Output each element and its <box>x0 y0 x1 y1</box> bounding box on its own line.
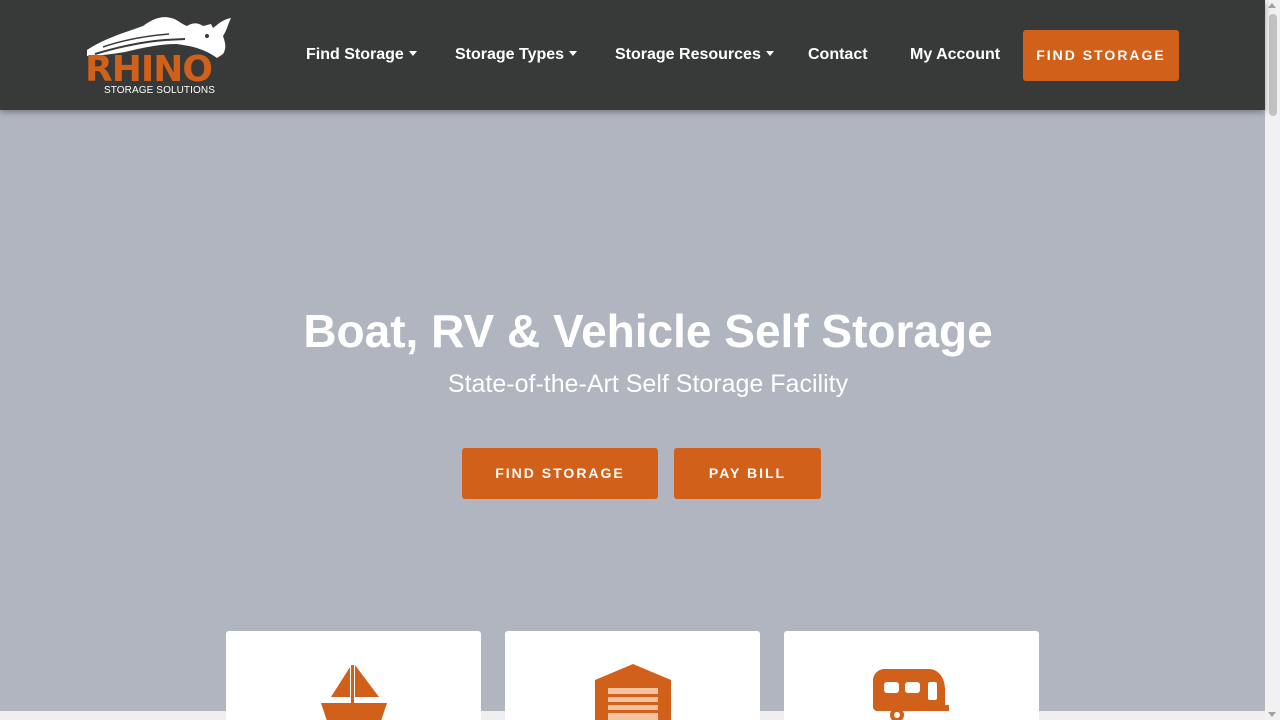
chevron-down-icon <box>569 51 578 56</box>
logo-tagline: STORAGE SOLUTIONS <box>104 85 215 96</box>
card-storage-units[interactable] <box>505 631 760 720</box>
nav-my-account-label: My Account <box>910 46 1001 63</box>
pay-bill-button[interactable]: PAY BILL <box>674 448 821 499</box>
nav-storage-resources[interactable]: Storage Resources <box>615 44 774 66</box>
nav-my-account[interactable]: My Account <box>910 44 1000 66</box>
nav-find-storage[interactable]: Find Storage <box>306 44 417 66</box>
page-scrollbar[interactable] <box>1265 0 1280 720</box>
chevron-down-icon <box>765 51 774 56</box>
nav-storage-types[interactable]: Storage Types <box>455 44 578 66</box>
nav-contact[interactable]: Contact <box>808 44 868 66</box>
scrollbar-thumb[interactable] <box>1269 14 1277 116</box>
scroll-down-icon[interactable] <box>1268 712 1276 717</box>
find-storage-button[interactable]: FIND STORAGE <box>462 448 658 499</box>
camper-trailer-icon <box>873 669 949 720</box>
hero-subtitle: State-of-the-Art Self Storage Facility <box>447 370 849 398</box>
find-storage-nav-button[interactable]: FIND STORAGE <box>1023 30 1179 81</box>
hero-title: Boat, RV & Vehicle Self Storage <box>303 305 993 357</box>
nav-contact-label: Contact <box>808 46 868 63</box>
nav-find-storage-label: Find Storage <box>306 46 404 63</box>
logo-wordmark: RHINO <box>85 49 213 90</box>
card-boat-storage[interactable] <box>226 631 481 720</box>
rhino-logo[interactable]: RHINO STORAGE SOLUTIONS <box>85 14 235 98</box>
chevron-down-icon <box>408 51 417 56</box>
card-rv-storage[interactable] <box>784 631 1039 720</box>
scroll-up-icon[interactable] <box>1268 3 1276 8</box>
storage-unit-icon <box>595 664 671 720</box>
sailboat-icon <box>321 665 387 720</box>
navbar: RHINO STORAGE SOLUTIONS Find Storage Sto… <box>0 0 1265 110</box>
nav-storage-types-label: Storage Types <box>455 46 565 63</box>
nav-storage-resources-label: Storage Resources <box>615 46 761 63</box>
